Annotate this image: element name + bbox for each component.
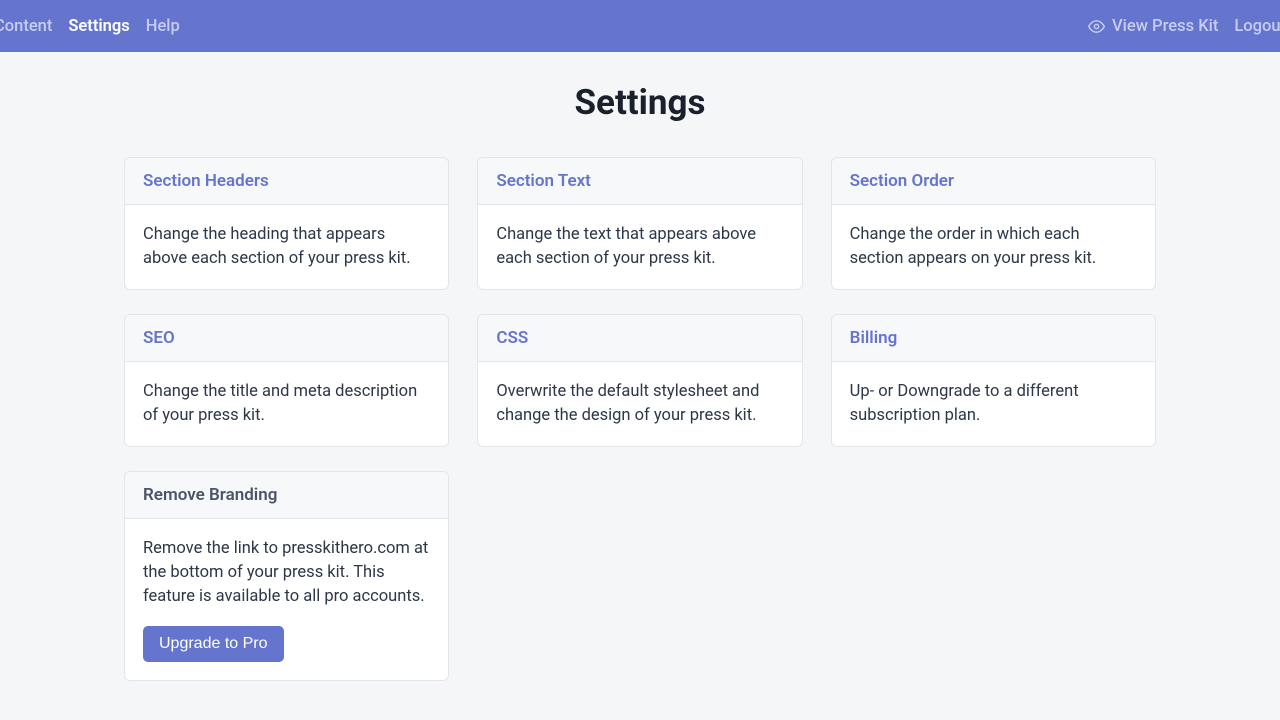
- nav-link-help[interactable]: Help: [146, 17, 180, 36]
- card-title-link[interactable]: Section Headers: [143, 171, 269, 191]
- card-body: Up- or Downgrade to a different subscrip…: [832, 362, 1155, 446]
- card-title-link[interactable]: Billing: [850, 328, 898, 348]
- navbar-right: View Press Kit Logout: [1088, 17, 1280, 36]
- navbar-left: Content Settings Help: [0, 17, 180, 36]
- card-body: Change the text that appears above each …: [478, 205, 801, 289]
- card-remove-branding: Remove Branding Remove the link to press…: [124, 471, 449, 682]
- card-header: Remove Branding: [125, 472, 448, 519]
- card-header: Section Headers: [125, 158, 448, 205]
- card-section-text: Section Text Change the text that appear…: [477, 157, 802, 290]
- upgrade-to-pro-button[interactable]: Upgrade to Pro: [143, 626, 284, 662]
- card-header: Section Order: [832, 158, 1155, 205]
- nav-link-logout[interactable]: Logout: [1234, 17, 1280, 36]
- card-header: Section Text: [478, 158, 801, 205]
- card-body: Change the title and meta description of…: [125, 362, 448, 446]
- nav-link-view-press-kit[interactable]: View Press Kit: [1088, 17, 1218, 36]
- nav-link-view-press-kit-label: View Press Kit: [1112, 17, 1218, 36]
- card-title-link[interactable]: Section Order: [850, 171, 954, 191]
- navbar: Content Settings Help View Press Kit Log…: [0, 0, 1280, 52]
- card-body: Change the heading that appears above ea…: [125, 205, 448, 289]
- card-billing: Billing Up- or Downgrade to a different …: [831, 314, 1156, 447]
- card-seo: SEO Change the title and meta descriptio…: [124, 314, 449, 447]
- card-css: CSS Overwrite the default stylesheet and…: [477, 314, 802, 447]
- page-title: Settings: [0, 82, 1280, 123]
- nav-link-content[interactable]: Content: [0, 17, 52, 36]
- card-body: Remove the link to presskithero.com at t…: [125, 519, 448, 681]
- card-section-headers: Section Headers Change the heading that …: [124, 157, 449, 290]
- card-section-order: Section Order Change the order in which …: [831, 157, 1156, 290]
- card-title-link[interactable]: SEO: [143, 328, 175, 348]
- nav-link-settings[interactable]: Settings: [68, 17, 129, 36]
- card-body: Overwrite the default stylesheet and cha…: [478, 362, 801, 446]
- card-desc: Remove the link to presskithero.com at t…: [143, 537, 430, 609]
- card-desc: Up- or Downgrade to a different subscrip…: [850, 380, 1137, 428]
- cards-container: Section Headers Change the heading that …: [124, 157, 1156, 681]
- card-header: Billing: [832, 315, 1155, 362]
- card-desc: Overwrite the default stylesheet and cha…: [496, 380, 783, 428]
- card-title-link[interactable]: CSS: [496, 328, 528, 348]
- card-header: CSS: [478, 315, 801, 362]
- card-body: Change the order in which each section a…: [832, 205, 1155, 289]
- card-desc: Change the order in which each section a…: [850, 223, 1137, 271]
- card-desc: Change the title and meta description of…: [143, 380, 430, 428]
- card-title-disabled: Remove Branding: [143, 485, 277, 505]
- card-desc: Change the text that appears above each …: [496, 223, 783, 271]
- eye-icon: [1088, 18, 1105, 35]
- card-title-link[interactable]: Section Text: [496, 171, 591, 191]
- card-header: SEO: [125, 315, 448, 362]
- card-desc: Change the heading that appears above ea…: [143, 223, 430, 271]
